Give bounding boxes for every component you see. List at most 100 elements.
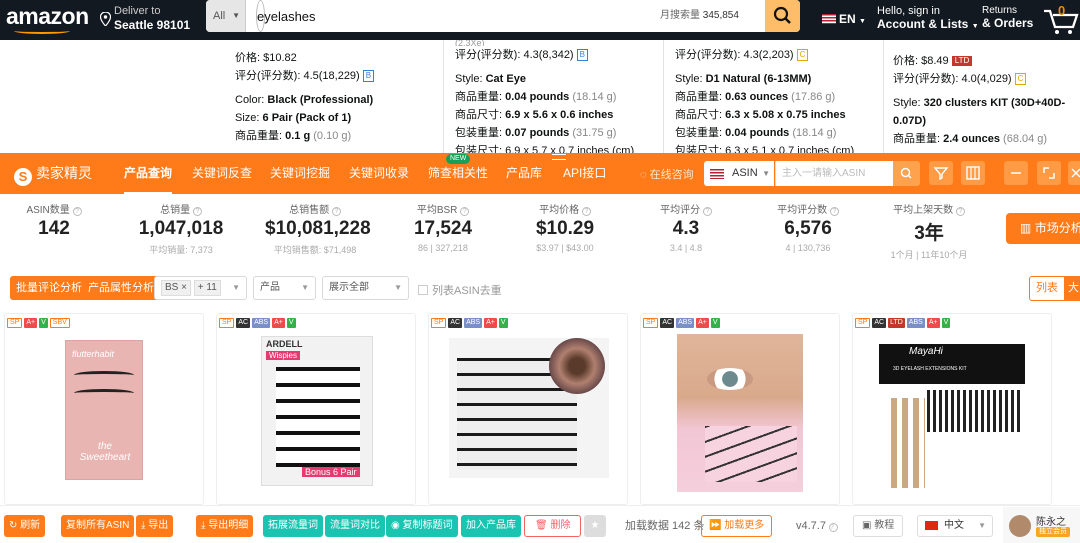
nav-keyword-reverse[interactable]: 关键词反查 [192,153,252,194]
help-icon[interactable]: ? [581,207,591,216]
rating-row: 评分(评分数): 4.0(4,029) C [893,70,1080,88]
nav-keyword-mining[interactable]: 关键词挖掘 [270,153,330,194]
badge-row: SP AC ABS A+ V [219,318,298,328]
badge-sp: SP [855,318,871,328]
search-input[interactable]: eyelashes [256,0,316,32]
column-divider [443,40,444,153]
favorite-button[interactable]: ★ [584,515,606,537]
delete-button[interactable]: 🗑 删除 [524,515,582,537]
column-divider [883,40,884,153]
close-button[interactable] [1068,161,1080,185]
copy-all-asin-button[interactable]: 复制所有ASIN [61,515,135,537]
copy-title-words-button[interactable]: ◉ 复制标题词 [386,515,458,537]
product-subbrand: Wispies [266,351,301,360]
rating-value: 4.0(4,029) [961,73,1012,85]
seller-sprite-logo[interactable]: S 卖家精灵 [14,163,92,186]
product-image[interactable]: flutterhabit the Sweetheart [65,340,143,480]
display-select[interactable]: 展示全部 ▼ [322,276,409,300]
nav-product-query[interactable]: 产品查询 [124,153,173,194]
nav-product-library[interactable]: 产品库 [506,153,542,194]
returns-orders[interactable]: Returns & Orders [982,5,1033,30]
weight-value: 0.1 g [285,130,311,142]
product-image[interactable] [677,334,803,492]
help-icon[interactable]: ? [829,523,839,532]
product-image[interactable]: ARDELL Wispies Bonus 6 Pair [261,336,373,486]
nav-api[interactable]: API接口 [563,153,606,194]
chevron-down-icon: ▼ [301,283,309,292]
product-card[interactable]: SP AC LTD ABS A+ V MayaHi 3D EYELASH EXTENSIO… [852,313,1052,505]
language-selector[interactable]: EN ▼ [822,12,866,26]
help-icon[interactable]: ? [72,207,82,216]
dims-row: 商品尺寸: 6.9 x 5.6 x 0.6 inches [455,106,660,124]
expand-traffic-keywords-button[interactable]: 拓展流量词 [263,515,323,537]
deliver-label: Deliver to [114,5,161,17]
load-more-button[interactable]: ⏩ 加载更多 [701,515,773,537]
dedupe-label: 列表ASIN去重 [432,285,502,297]
style-label: Style: [893,97,921,109]
price-value: $10.82 [263,52,297,64]
dedupe-checkbox[interactable]: 列表ASIN去重 [418,282,502,298]
user-profile[interactable]: 陈永之 独立会员 [1003,507,1080,543]
stat-label-text: 平均价格 [539,205,580,216]
lash-strip [74,389,134,397]
export-button[interactable]: ⤓ 导出 [136,515,174,537]
help-icon[interactable]: ? [331,207,341,216]
weight-alt: (18.14 g) [572,91,617,103]
color-value: Black (Professional) [267,94,374,106]
load-more-label: 加载更多 [724,520,765,531]
online-consult[interactable]: ◌ 在线咨询 [640,166,694,182]
dims-value: 6.9 x 5.6 x 0.6 inches [505,109,614,121]
style-value: Cat Eye [485,73,526,85]
help-icon[interactable]: ? [192,207,202,216]
minimize-button[interactable] [1004,161,1028,185]
market-analysis-button[interactable]: ▥ 市场分析 [1006,213,1080,244]
cart-button[interactable]: 0 [1042,3,1080,37]
search-button[interactable] [765,0,800,32]
type-select[interactable]: 产品 ▼ [253,276,316,300]
badge-row: SP AC ABS A+ V [431,318,510,328]
help-icon[interactable]: ? [829,207,839,216]
product-card[interactable]: SP A+ V SBV flutterhabit the Sweetheart [4,313,204,505]
export-detail-button[interactable]: ⤓ 导出明细 [196,515,254,537]
product-image[interactable] [449,338,609,478]
asin-search-button[interactable] [893,161,920,186]
column-settings-button[interactable] [961,161,985,185]
product-card[interactable]: SP AC ABS A+ V [640,313,840,505]
stat-label: 平均评分 ? [636,201,736,216]
account-menu[interactable]: Hello, sign in Account & Lists ▼ [877,5,979,31]
tag-bs-label: BS [165,282,179,293]
filter-tool-button[interactable] [929,161,953,185]
attribute-analysis-button[interactable]: 产品属性分析 [82,276,160,300]
dims-row: 商品尺寸: 6.3 x 5.08 x 0.75 inches [675,106,880,124]
product-card[interactable]: SP AC ABS A+ V ARDELL Wispies Bonus 6 Pair [216,313,416,505]
language-select[interactable]: 中文 ▼ [917,515,993,537]
search-category-select[interactable]: All ▼ [206,0,246,32]
column-divider [663,40,664,153]
copy-icon: ◉ [391,520,400,531]
asin-search-input[interactable]: 主入一请输入ASIN [775,161,893,186]
marketplace-select[interactable]: ASIN ▼ [704,161,774,186]
drag-handle-icon[interactable] [552,154,566,160]
tutorial-button[interactable]: ▣ 教程 [853,515,904,537]
badge-v: V [941,318,951,328]
amazon-logo[interactable]: amazon [6,3,89,30]
tag-remove-icon[interactable]: × [181,282,187,293]
product-card[interactable]: SP AC ABS A+ V [428,313,628,505]
help-icon[interactable]: ? [702,207,712,216]
filter-bar: 批量评论分析 产品属性分析 BS × + 11 ▼ 产品 ▼ 展示全部 ▼ [0,270,1080,306]
product-image[interactable]: MayaHi 3D EYELASH EXTENSIONS KIT [877,342,1027,492]
expand-button[interactable] [1037,161,1061,185]
view-grid-button[interactable]: 大 [1065,276,1080,301]
batch-review-analysis-button[interactable]: 批量评论分析 [10,276,88,300]
account-greeting: Hello, sign in [877,5,940,17]
help-icon[interactable]: ? [460,207,470,216]
add-to-library-button[interactable]: 加入产品库 [461,515,521,537]
traffic-keyword-compare-button[interactable]: 流量词对比 [325,515,385,537]
refresh-button[interactable]: ↻ 刷新 [4,515,46,537]
help-icon[interactable]: ? [955,207,965,216]
tag-filter-select[interactable]: BS × + 11 ▼ [154,276,247,300]
stat-value: 6,576 [784,218,832,239]
view-list-button[interactable]: 列表 [1029,276,1065,301]
stat-avg-bsr: 平均BSR ? 17,524 86 | 327,218 [393,194,493,253]
nav-keyword-index[interactable]: 关键词收录 [349,153,409,194]
